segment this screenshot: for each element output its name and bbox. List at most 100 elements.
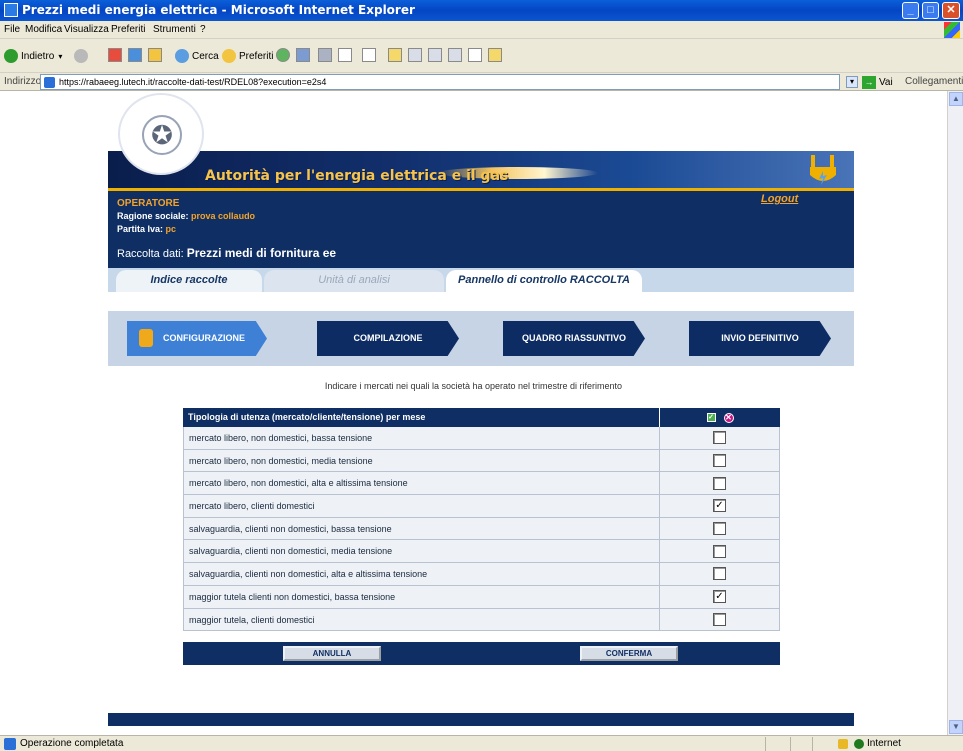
- back-button[interactable]: Indietro ▾: [4, 49, 62, 63]
- forward-button[interactable]: [74, 49, 91, 63]
- conferma-button[interactable]: CONFERMA: [580, 646, 678, 661]
- address-input[interactable]: https://rabaeeg.lutech.it/raccolte-dati-…: [40, 74, 840, 90]
- market-label: maggior tutela, clienti domestici: [183, 608, 660, 631]
- instruction-text: Indicare i mercati nei quali la società …: [324, 381, 623, 391]
- market-label: mercato libero, clienti domestici: [183, 495, 660, 517]
- menu-bar: File Modifica Visualizza Preferiti Strum…: [0, 21, 963, 39]
- italian-republic-emblem: ✪: [118, 93, 204, 175]
- annulla-button[interactable]: ANNULLA: [283, 646, 381, 661]
- table-body: mercato libero, non domestici, bassa ten…: [183, 427, 780, 632]
- market-checkbox-cell: ✓: [660, 585, 780, 608]
- edit-icon[interactable]: [362, 48, 376, 62]
- deselect-all-icon[interactable]: ✕: [723, 412, 734, 423]
- partita-iva-value: pc: [165, 224, 177, 234]
- windows-logo-icon: [944, 22, 960, 38]
- market-checkbox-cell: [660, 563, 780, 585]
- paste-icon[interactable]: [488, 48, 502, 62]
- scroll-up-icon[interactable]: ▲: [949, 92, 963, 106]
- security-zone: Internet: [838, 738, 901, 749]
- select-all-icon[interactable]: ✓: [706, 413, 716, 422]
- step-invio-definitivo[interactable]: INVIO DEFINITIVO: [689, 321, 831, 356]
- partita-iva-label: Partita Iva:: [117, 224, 164, 234]
- folder-icon[interactable]: [388, 48, 402, 62]
- search-label: Cerca: [192, 50, 219, 62]
- back-label: Indietro: [21, 50, 55, 62]
- menu-help[interactable]: ?: [200, 24, 206, 35]
- tab-bar: Indice raccolte Unità di analisi Pannell…: [108, 268, 854, 292]
- browser-viewport: Autorità per l'energia elettrica e il ga…: [0, 91, 947, 735]
- stop-icon[interactable]: [108, 48, 122, 62]
- print-icon[interactable]: [338, 48, 352, 62]
- ragione-sociale-label: Ragione sociale:: [117, 211, 189, 221]
- home-icon[interactable]: [148, 48, 162, 62]
- table-header: Tipologia di utenza (mercato/cliente/ten…: [183, 408, 780, 427]
- minimize-button[interactable]: _: [902, 2, 919, 19]
- history-icon[interactable]: [296, 48, 310, 62]
- cut-icon[interactable]: [448, 48, 462, 62]
- emblem-star-icon: ✪: [142, 115, 182, 155]
- market-checkbox[interactable]: [713, 454, 726, 468]
- address-url: https://rabaeeg.lutech.it/raccolte-dati-…: [59, 77, 327, 87]
- market-checkbox[interactable]: [713, 544, 726, 558]
- vertical-scrollbar[interactable]: ▲ ▼: [947, 91, 963, 735]
- market-label: mercato libero, non domestici, media ten…: [183, 449, 660, 472]
- raccolta-label: Raccolta dati:: [117, 248, 184, 260]
- lock-icon: [838, 738, 848, 749]
- favorites-label: Preferiti: [239, 50, 274, 62]
- menu-preferiti[interactable]: Preferiti: [111, 24, 145, 35]
- tab-pannello-controllo[interactable]: Pannello di controllo RACCOLTA: [446, 270, 642, 292]
- mail-icon[interactable]: [318, 48, 332, 62]
- go-button[interactable]: → Vai: [862, 76, 893, 89]
- page-icon: [44, 77, 55, 88]
- menu-visualizza[interactable]: Visualizza: [64, 24, 109, 35]
- workflow-steps: CONFIGURAZIONE COMPILAZIONE QUADRO RIASS…: [108, 311, 854, 366]
- logout-link[interactable]: Logout: [761, 193, 798, 205]
- step-configurazione[interactable]: CONFIGURAZIONE: [127, 321, 267, 356]
- status-separator: [790, 737, 791, 751]
- market-label: maggior tutela clienti non domestici, ba…: [183, 585, 660, 608]
- market-checkbox[interactable]: [713, 522, 726, 536]
- market-checkbox-cell: [660, 540, 780, 563]
- messenger-icon[interactable]: [408, 48, 422, 62]
- window-title: Prezzi medi energia elettrica - Microsof…: [22, 3, 415, 17]
- market-checkbox[interactable]: [713, 612, 726, 626]
- menu-file[interactable]: File: [4, 24, 20, 35]
- search-button[interactable]: Cerca: [175, 49, 219, 63]
- table-row: maggior tutela clienti non domestici, ba…: [183, 585, 780, 609]
- maximize-button[interactable]: □: [922, 2, 939, 19]
- accent-bar: [108, 188, 854, 191]
- address-dropdown-icon[interactable]: ▾: [846, 76, 858, 88]
- research-icon[interactable]: [428, 48, 442, 62]
- copy-icon[interactable]: [468, 48, 482, 62]
- links-toolbar[interactable]: Collegamenti: [905, 76, 963, 87]
- tab-indice-raccolte[interactable]: Indice raccolte: [116, 270, 262, 292]
- market-checkbox[interactable]: [713, 567, 726, 581]
- status-separator: [812, 737, 813, 751]
- menu-modifica[interactable]: Modifica: [25, 24, 62, 35]
- close-button[interactable]: ✕: [942, 2, 960, 19]
- market-checkbox[interactable]: [713, 431, 726, 445]
- market-label: salvaguardia, clienti non domestici, bas…: [183, 517, 660, 540]
- market-checkbox-cell: [660, 472, 780, 495]
- menu-strumenti[interactable]: Strumenti: [153, 24, 196, 35]
- market-checkbox-cell: [660, 427, 780, 449]
- refresh-icon[interactable]: [128, 48, 142, 62]
- toolbar: Indietro ▾ Cerca Preferiti: [0, 39, 963, 73]
- market-checkbox[interactable]: ✓: [713, 499, 726, 513]
- favorites-star-icon: [222, 49, 236, 63]
- step-quadro-riassuntivo[interactable]: QUADRO RIASSUNTIVO: [503, 321, 645, 356]
- media-icon[interactable]: [276, 48, 290, 62]
- market-checkbox[interactable]: ✓: [713, 590, 726, 604]
- step-compilazione[interactable]: COMPILAZIONE: [317, 321, 459, 356]
- table-header-label: Tipologia di utenza (mercato/cliente/ten…: [183, 408, 660, 427]
- table-header-actions: ✓ ✕: [660, 408, 780, 427]
- favorites-button[interactable]: Preferiti: [222, 49, 273, 63]
- market-checkbox[interactable]: [713, 476, 726, 490]
- status-bar: Operazione completata Internet: [0, 735, 963, 751]
- table-row: mercato libero, clienti domestici ✓: [183, 495, 780, 518]
- table-row: mercato libero, non domestici, alta e al…: [183, 472, 780, 496]
- ie-app-icon: [4, 3, 18, 17]
- back-dropdown-icon[interactable]: ▾: [58, 52, 62, 61]
- page-footer-bar: [108, 713, 854, 726]
- scroll-down-icon[interactable]: ▼: [949, 720, 963, 734]
